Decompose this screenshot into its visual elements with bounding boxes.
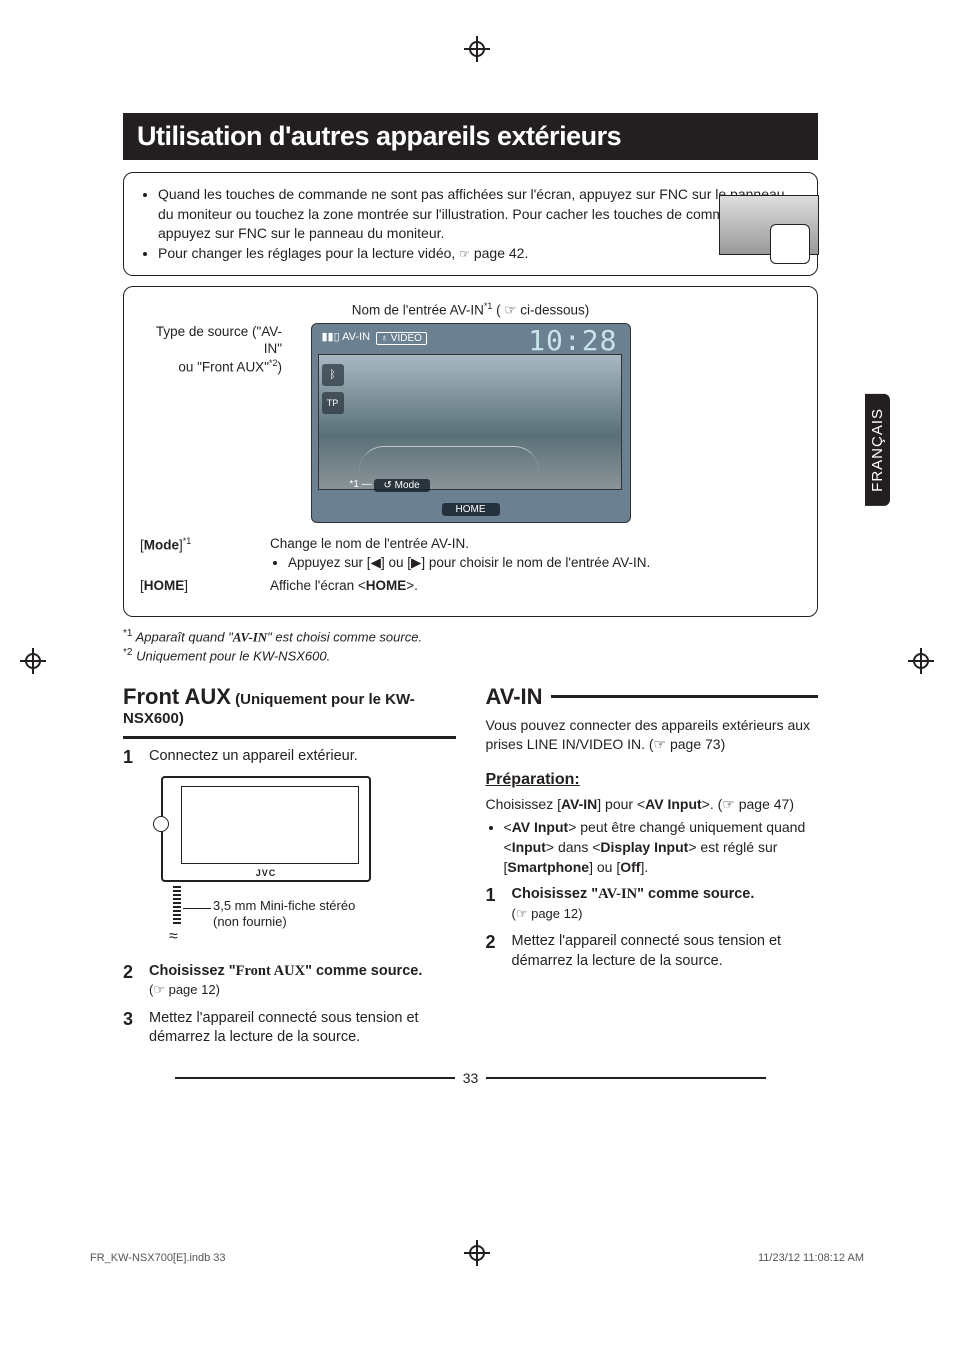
mode-desc: Change le nom de l'entrée AV-IN. Appuyez… xyxy=(270,535,801,573)
av-in-intro: Vous pouvez connecter des appareils exté… xyxy=(486,716,819,755)
footer-left: FR_KW-NSX700[E].indb 33 xyxy=(90,1252,226,1264)
step-2-text: Choisissez "Front AUX" comme source. (☞ … xyxy=(149,962,456,1001)
r-step-1-text: Choisissez "AV-IN" comme source. (☞ page… xyxy=(512,885,819,924)
tp-icon: TP xyxy=(322,392,344,414)
side-buttons: ᛒ TP xyxy=(322,364,344,420)
bluetooth-icon: ᛒ xyxy=(322,364,344,386)
screen-diagram-box: Nom de l'entrée AV-IN*1 ( ☞ ci-dessous) … xyxy=(123,286,818,616)
home-key: [HOME] xyxy=(140,577,270,596)
step-number-2: 2 xyxy=(123,962,137,1001)
info-bullet-1: Quand les touches de commande ne sont pa… xyxy=(158,185,801,244)
clock-display: 10:28 xyxy=(528,324,617,357)
right-column: AV-IN Vous pouvez connecter des appareil… xyxy=(486,682,819,1048)
r-step-2-text: Mettez l'appareil connecté sous tension … xyxy=(512,932,819,971)
plug-label: 3,5 mm Mini-fiche stéréo(non fournie) xyxy=(213,898,355,932)
language-tab: FRANÇAIS xyxy=(865,394,890,506)
footnotes: *1 Apparaît quand "AV-IN" est choisi com… xyxy=(123,627,818,666)
left-arrow-icon: ◀ xyxy=(371,555,381,570)
touch-illustration xyxy=(719,195,819,255)
print-footer: FR_KW-NSX700[E].indb 33 11/23/12 11:08:1… xyxy=(90,1252,864,1264)
video-label: ♁ VIDEO xyxy=(376,332,427,345)
mode-button: Mode xyxy=(374,479,430,492)
left-column: Front AUX (Uniquement pour le KW-NSX600)… xyxy=(123,682,456,1048)
step-number-3: 3 xyxy=(123,1009,137,1048)
registration-mark-right xyxy=(908,648,934,674)
callout-star1: *1 — xyxy=(350,479,372,490)
preparation-heading: Préparation: xyxy=(486,771,819,789)
front-aux-heading: Front AUX (Uniquement pour le KW-NSX600) xyxy=(123,684,456,739)
video-scene xyxy=(318,354,622,490)
r-step-number-1: 1 xyxy=(486,885,500,924)
info-box: Quand les touches de commande ne sont pa… xyxy=(123,172,818,276)
plug-icon xyxy=(173,886,181,926)
page-title: Utilisation d'autres appareils extérieur… xyxy=(123,113,818,160)
r-step-number-2: 2 xyxy=(486,932,500,971)
step-number-1: 1 xyxy=(123,747,137,768)
home-button: HOME xyxy=(442,503,500,516)
step-1-text: Connectez un appareil extérieur. xyxy=(149,747,456,768)
registration-mark-top xyxy=(464,36,490,62)
step-3-text: Mettez l'appareil connecté sous tension … xyxy=(149,1009,456,1048)
footer-right: 11/23/12 11:08:12 AM xyxy=(758,1252,864,1264)
info-bullet-2: Pour changer les réglages pour la lectur… xyxy=(158,244,801,264)
signal-icon: ▮▮▯ AV-IN xyxy=(322,330,371,343)
preparation-text: Choisissez [AV-IN] pour <AV Input>. (☞ p… xyxy=(486,795,819,877)
page-content: Utilisation d'autres appareils extérieur… xyxy=(123,113,818,1086)
registration-mark-left xyxy=(20,648,46,674)
page-number: 33 xyxy=(123,1070,818,1086)
avin-name-label: Nom de l'entrée AV-IN*1 ( ☞ ci-dessous) xyxy=(140,301,801,319)
device-illustration: 3,5 mm Mini-fiche stéréo(non fournie) xyxy=(153,776,373,926)
source-type-label: Type de source ("AV-IN" ou "Front AUX"*2… xyxy=(140,323,290,376)
reference-icon: ☞ xyxy=(459,247,470,261)
mode-key: [Mode]*1 xyxy=(140,535,270,573)
av-in-heading: AV-IN xyxy=(486,684,819,710)
home-desc: Affiche l'écran <HOME>. xyxy=(270,577,801,596)
right-arrow-icon: ▶ xyxy=(411,555,421,570)
screen-mockup: ▮▮▯ AV-IN ♁ VIDEO 10:28 ᛒ TP *1 — Mode H… xyxy=(311,323,631,523)
